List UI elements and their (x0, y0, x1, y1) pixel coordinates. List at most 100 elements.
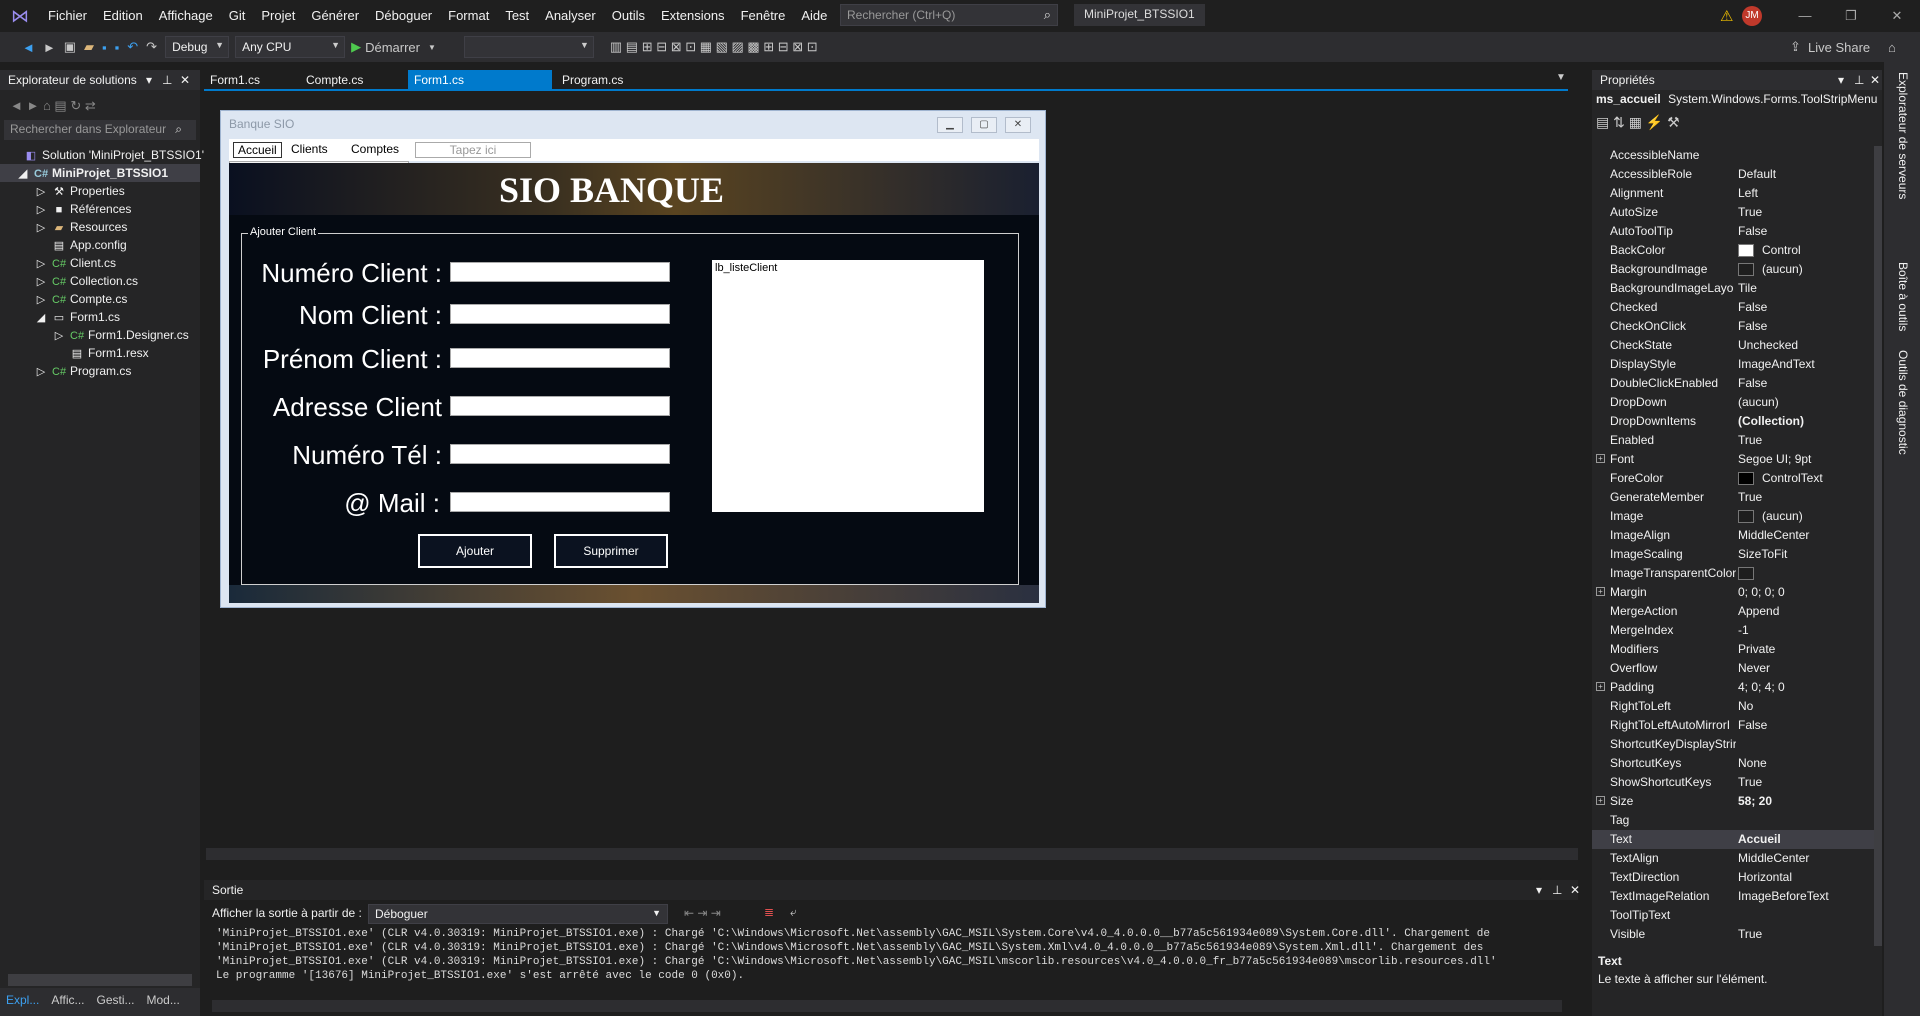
chevron-down-icon[interactable]: ▼ (428, 43, 436, 52)
prenom-client-field[interactable] (450, 348, 670, 368)
property-value[interactable]: False (1738, 222, 1767, 241)
live-share-button[interactable]: Live Share (1808, 40, 1870, 55)
property-value[interactable]: Private (1738, 640, 1775, 659)
menu-git[interactable]: Git (221, 0, 254, 32)
play-icon[interactable]: ▶ (351, 39, 361, 55)
property-row[interactable]: ShowShortcutKeys True (1592, 773, 1882, 792)
word-wrap-icon[interactable]: ⤶ (790, 905, 797, 920)
property-row[interactable]: Overflow Never (1592, 659, 1882, 678)
open-folder-icon[interactable]: ▰ (84, 39, 94, 55)
output-toolbar-icons[interactable]: ⇤ ⇥ ⇥ (684, 906, 721, 920)
property-value[interactable]: None (1738, 754, 1767, 773)
pin-icon[interactable]: ⊥ (1552, 880, 1562, 900)
property-value[interactable]: (Collection) (1738, 412, 1804, 431)
tab-compte-cs[interactable]: Compte.cs (300, 70, 369, 91)
expand-icon[interactable]: + (1596, 682, 1605, 691)
menu-fenetre[interactable]: Fenêtre (733, 0, 794, 32)
close-icon[interactable]: ✕ (1570, 880, 1580, 900)
expand-icon[interactable]: + (1596, 587, 1605, 596)
warning-icon[interactable]: ⚠ (1720, 7, 1736, 25)
property-value[interactable] (1738, 564, 1762, 583)
property-row[interactable]: Visible True (1592, 925, 1882, 944)
property-value[interactable]: True (1738, 773, 1762, 792)
dropdown-icon[interactable]: ▾ (146, 70, 152, 90)
property-row[interactable]: BackgroundImage (aucun) (1592, 260, 1882, 279)
tree-item-collection-cs[interactable]: ▷ C# Collection.cs (0, 272, 200, 290)
horizontal-scrollbar[interactable] (8, 974, 192, 986)
property-row[interactable]: TextAlign MiddleCenter (1592, 849, 1882, 868)
start-button[interactable]: Démarrer (365, 40, 420, 55)
save-all-icon[interactable]: ▪ (115, 40, 120, 55)
property-value[interactable]: False (1738, 298, 1767, 317)
property-row[interactable]: CheckState Unchecked (1592, 336, 1882, 355)
output-horizontal-scrollbar[interactable] (212, 1000, 1562, 1012)
close-icon[interactable]: ✕ (180, 70, 190, 90)
form-menu-strip[interactable]: Accueil Clients Comptes Tapez ici (229, 139, 1039, 161)
property-value[interactable]: No (1738, 697, 1753, 716)
property-row[interactable]: DoubleClickEnabled False (1592, 374, 1882, 393)
property-value[interactable]: False (1738, 317, 1767, 336)
menu-format[interactable]: Format (440, 0, 497, 32)
property-row[interactable]: ToolTipText (1592, 906, 1882, 925)
property-value[interactable]: 0; 0; 0; 0 (1738, 583, 1785, 602)
solution-search-input[interactable]: Rechercher dans Explorateur ⌕ (4, 120, 196, 140)
forward-icon[interactable]: ► (43, 40, 56, 55)
object-selector[interactable]: ms_accueil System.Windows.Forms.ToolStri… (1596, 92, 1878, 110)
property-value[interactable]: True (1738, 488, 1762, 507)
property-row[interactable]: + Size 58; 20 (1592, 792, 1882, 811)
property-value[interactable]: Control (1738, 241, 1801, 260)
property-value[interactable]: True (1738, 203, 1762, 222)
client-listbox[interactable]: lb_listeClient (712, 260, 984, 512)
properties-toolbar[interactable]: ▤ ⇅ ▦ ⚡ ⚒ (1596, 114, 1680, 131)
menu-accueil[interactable]: Accueil (233, 142, 282, 158)
dropdown-icon[interactable]: ▾ (1838, 70, 1844, 90)
tab-form1-cs[interactable]: Form1.cs (204, 70, 266, 91)
new-project-icon[interactable]: ▣ (64, 39, 76, 55)
property-value[interactable]: (aucun) (1738, 260, 1803, 279)
pin-icon[interactable]: ⊥ (1854, 70, 1864, 90)
menu-generer[interactable]: Générer (303, 0, 367, 32)
property-value[interactable]: 58; 20 (1738, 792, 1772, 811)
redo-icon[interactable]: ↷ (146, 39, 157, 55)
property-row[interactable]: AutoSize True (1592, 203, 1882, 222)
menu-test[interactable]: Test (497, 0, 537, 32)
property-value[interactable]: MiddleCenter (1738, 849, 1809, 868)
tree-item-form1-cs[interactable]: ◢ ▭ Form1.cs (0, 308, 200, 326)
add-button[interactable]: Ajouter (418, 534, 532, 568)
property-row[interactable]: DropDownItems (Collection) (1592, 412, 1882, 431)
tree-item-solution[interactable]: ◧ Solution 'MiniProjet_BTSSIO1' (0, 146, 204, 164)
winform-preview[interactable]: Banque SIO ▁ ▢ ✕ Accueil Clients Comptes… (220, 110, 1046, 608)
menu-clients[interactable]: Clients (287, 142, 332, 156)
delete-button[interactable]: Supprimer (554, 534, 668, 568)
property-value[interactable]: -1 (1738, 621, 1749, 640)
tree-item-form1-resx[interactable]: ▤ Form1.resx (0, 344, 200, 362)
designer-horizontal-scrollbar[interactable] (206, 848, 1578, 860)
property-value[interactable]: Unchecked (1738, 336, 1798, 355)
expand-icon[interactable]: + (1596, 454, 1605, 463)
type-here-menu-input[interactable]: Tapez ici (415, 142, 531, 158)
tab-class-view[interactable]: Affic... (45, 988, 90, 1016)
menu-comptes[interactable]: Comptes (347, 142, 403, 156)
property-row[interactable]: + Font Segoe UI; 9pt (1592, 450, 1882, 469)
property-row[interactable]: Enabled True (1592, 431, 1882, 450)
tab-solution-explorer[interactable]: Expl... (0, 988, 45, 1016)
property-row[interactable]: BackgroundImageLayo Tile (1592, 279, 1882, 298)
property-row[interactable]: RightToLeft No (1592, 697, 1882, 716)
menu-analyser[interactable]: Analyser (537, 0, 604, 32)
tab-form1-design[interactable]: Form1.cs [Design]⊣✕ (408, 70, 552, 108)
expand-icon[interactable]: + (1596, 796, 1605, 805)
tree-item-references[interactable]: ▷ ■ Références (0, 200, 200, 218)
config-dropdown[interactable]: Debug ▼ (165, 36, 230, 58)
property-row[interactable]: Tag (1592, 811, 1882, 830)
numero-client-field[interactable] (450, 262, 670, 282)
property-row[interactable]: AccessibleRole Default (1592, 165, 1882, 184)
property-row[interactable]: ShortcutKeyDisplayStrir (1592, 735, 1882, 754)
close-icon[interactable]: ✕ (1874, 0, 1920, 32)
search-input[interactable]: Rechercher (Ctrl+Q) ⌕ (840, 4, 1058, 26)
startup-item-dropdown[interactable]: ▼ (463, 36, 594, 58)
menu-outils[interactable]: Outils (604, 0, 653, 32)
property-row[interactable]: DisplayStyle ImageAndText (1592, 355, 1882, 374)
menu-projet[interactable]: Projet (253, 0, 303, 32)
property-row[interactable]: Image (aucun) (1592, 507, 1882, 526)
property-row[interactable]: MergeAction Append (1592, 602, 1882, 621)
